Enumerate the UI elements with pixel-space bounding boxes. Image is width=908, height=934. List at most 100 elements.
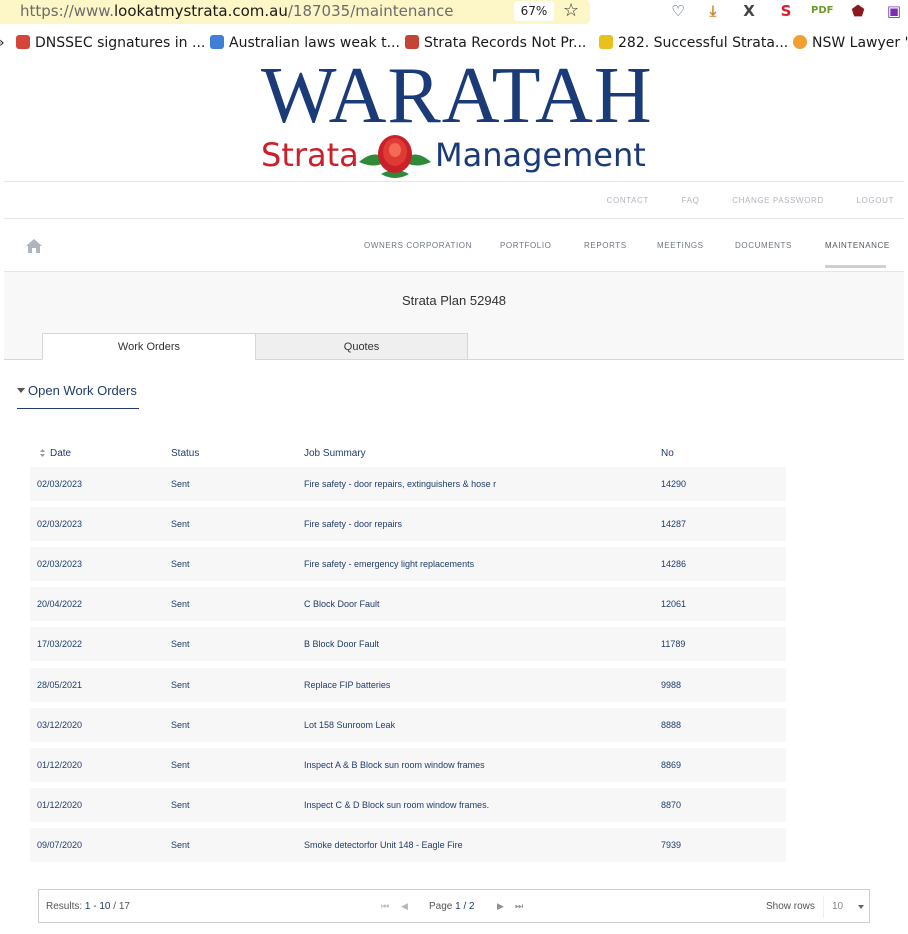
cell-no: 9988 [661, 680, 682, 690]
sort-icon [40, 449, 45, 457]
zoom-level[interactable]: 67% [514, 1, 554, 21]
cell-summary: Fire safety - door repairs, extinguisher… [304, 479, 497, 489]
tab-quotes[interactable]: Quotes [255, 333, 468, 360]
column-header-status[interactable]: Status [171, 448, 199, 459]
bookmark-item[interactable]: DNSSEC signatures in ... [16, 35, 205, 51]
cell-date: 28/05/2021 [37, 680, 83, 690]
change-password-link[interactable]: CHANGE PASSWORD [732, 196, 824, 205]
table-row[interactable]: 02/03/2023 Sent Fire safety - emergency li… [30, 547, 786, 581]
open-work-orders-toggle[interactable]: Open Work Orders [17, 383, 137, 398]
cell-no: 8869 [661, 760, 682, 770]
next-page-icon[interactable]: ▶ [497, 901, 504, 912]
column-header-date[interactable]: Date [40, 448, 71, 459]
bookmark-item[interactable]: Australian laws weak t... [210, 35, 400, 51]
show-rows-label: Show rows [766, 901, 815, 912]
tab-work-orders[interactable]: Work Orders [42, 333, 256, 360]
url-text: https://www.lookatmystrata.com.au/187035… [20, 2, 454, 20]
rows-per-page-value: 10 [832, 901, 844, 912]
bookmark-favicon-icon [599, 35, 613, 49]
page-title: Strata Plan 52948 [401, 293, 507, 308]
main-nav: OWNERS CORPORATION PORTFOLIO REPORTS MEE… [4, 239, 904, 271]
pdf-extension-icon[interactable]: PDF [811, 1, 833, 21]
waratah-flower-icon [359, 135, 431, 178]
first-page-icon[interactable]: ⏮ [381, 901, 389, 912]
table-row[interactable]: 20/04/2022 Sent C Block Door Fault 12061 [30, 587, 786, 621]
table-row[interactable]: 17/03/2022 Sent B Block Door Fault 11789 [30, 627, 786, 661]
table-row[interactable]: 01/12/2020 Sent Inspect C & D Block sun ro… [30, 788, 786, 822]
table-row[interactable]: 01/12/2020 Sent Inspect A & B Block sun ro… [30, 748, 786, 782]
divider [4, 218, 904, 219]
rows-per-page-select[interactable]: 10 [823, 896, 867, 918]
table-row[interactable]: 02/03/2023 Sent Fire safety - door repairs… [30, 507, 786, 541]
nav-active-indicator [825, 265, 886, 268]
cell-summary: Smoke detectorfor Unit 148 - Eagle Fire [304, 840, 463, 850]
nav-owners-corporation[interactable]: OWNERS CORPORATION [364, 241, 472, 250]
cell-status: Sent [171, 599, 190, 609]
nav-reports[interactable]: REPORTS [584, 241, 627, 250]
chevron-down-icon [858, 905, 864, 909]
cell-no: 7939 [661, 840, 682, 850]
cell-summary: B Block Door Fault [304, 639, 380, 649]
logout-link[interactable]: LOGOUT [857, 196, 894, 205]
bookmark-item[interactable]: Strata Records Not Pr... [405, 35, 586, 51]
faq-link[interactable]: FAQ [682, 196, 700, 205]
waratah-logo[interactable]: WARATAH Strata Management [261, 52, 652, 180]
cell-summary: Fire safety - emergency light replacemen… [304, 559, 475, 569]
s-extension-icon[interactable]: S [776, 1, 796, 21]
cell-date: 17/03/2022 [37, 639, 83, 649]
cell-no: 11789 [661, 639, 686, 649]
cell-summary: Lot 158 Sunroom Leak [304, 720, 396, 730]
page-indicator: Page 1 / 2 [429, 901, 475, 912]
home-icon[interactable] [26, 239, 42, 253]
divider [4, 181, 904, 182]
table-row[interactable]: 28/05/2021 Sent Replace FIP batteries 9988 [30, 668, 786, 702]
cell-no: 14290 [661, 479, 687, 489]
table-row[interactable]: 03/12/2020 Sent Lot 158 Sunroom Leak 8888 [30, 708, 786, 742]
cell-status: Sent [171, 800, 190, 810]
cell-date: 09/07/2020 [37, 840, 83, 850]
cell-date: 20/04/2022 [37, 599, 83, 609]
pager: Results: 1 - 10 / 17 ⏮ ◀ Page 1 / 2 ▶ ⏭ … [38, 889, 870, 923]
table-row[interactable]: 09/07/2020 Sent Smoke detectorfor Unit 148… [30, 828, 786, 862]
cell-date: 01/12/2020 [37, 760, 83, 770]
table-row[interactable]: 02/03/2023 Sent Fire safety - door repairs… [30, 467, 786, 501]
bookmark-item[interactable]: 282. Successful Strata... [599, 35, 788, 51]
cell-status: Sent [171, 519, 190, 529]
cell-date: 01/12/2020 [37, 800, 83, 810]
cell-summary: Inspect C & D Block sun room window fram… [304, 800, 490, 810]
last-page-icon[interactable]: ⏭ [515, 901, 523, 912]
column-header-no[interactable]: No [661, 448, 674, 459]
bookmark-chevron[interactable]: » [0, 35, 5, 51]
logo-word: WARATAH [261, 52, 653, 140]
cell-summary: Inspect A & B Block sun room window fram… [304, 760, 485, 770]
nav-maintenance[interactable]: MAINTENANCE [825, 241, 890, 250]
contact-link[interactable]: CONTACT [607, 196, 649, 205]
bookmark-favicon-icon [16, 35, 30, 49]
x-extension-icon[interactable]: X [739, 1, 759, 21]
extension-icon[interactable]: ▣ [884, 1, 904, 21]
cell-status: Sent [171, 639, 190, 649]
cell-date: 02/03/2023 [37, 519, 83, 529]
download-icon[interactable]: ⤓ [703, 1, 723, 21]
column-header-job-summary[interactable]: Job Summary [304, 448, 366, 459]
results-count: Results: 1 - 10 / 17 [46, 901, 130, 912]
section-underline [17, 408, 139, 409]
bookmark-favicon-icon [405, 35, 419, 49]
nav-documents[interactable]: DOCUMENTS [735, 241, 792, 250]
ublock-icon[interactable]: ⬟ [848, 1, 868, 21]
caret-down-icon [17, 388, 25, 393]
bookmark-favicon-icon [793, 35, 807, 49]
browser-toolbar: https://www.lookatmystrata.com.au/187035… [0, 0, 908, 25]
url-field[interactable]: https://www.lookatmystrata.com.au/187035… [0, 0, 590, 24]
nav-portfolio[interactable]: PORTFOLIO [500, 241, 551, 250]
cell-no: 14287 [661, 519, 687, 529]
nav-meetings[interactable]: MEETINGS [657, 241, 704, 250]
bookmark-star-icon[interactable]: ☆ [563, 0, 579, 21]
logo-strata: Strata [261, 136, 359, 174]
cell-no: 8888 [661, 720, 682, 730]
pocket-icon[interactable]: ♡ [668, 1, 688, 21]
bookmark-item[interactable]: NSW Lawyer 'S [793, 35, 908, 51]
bookmark-favicon-icon [210, 35, 224, 49]
prev-page-icon[interactable]: ◀ [401, 901, 408, 912]
cell-date: 02/03/2023 [37, 479, 83, 489]
